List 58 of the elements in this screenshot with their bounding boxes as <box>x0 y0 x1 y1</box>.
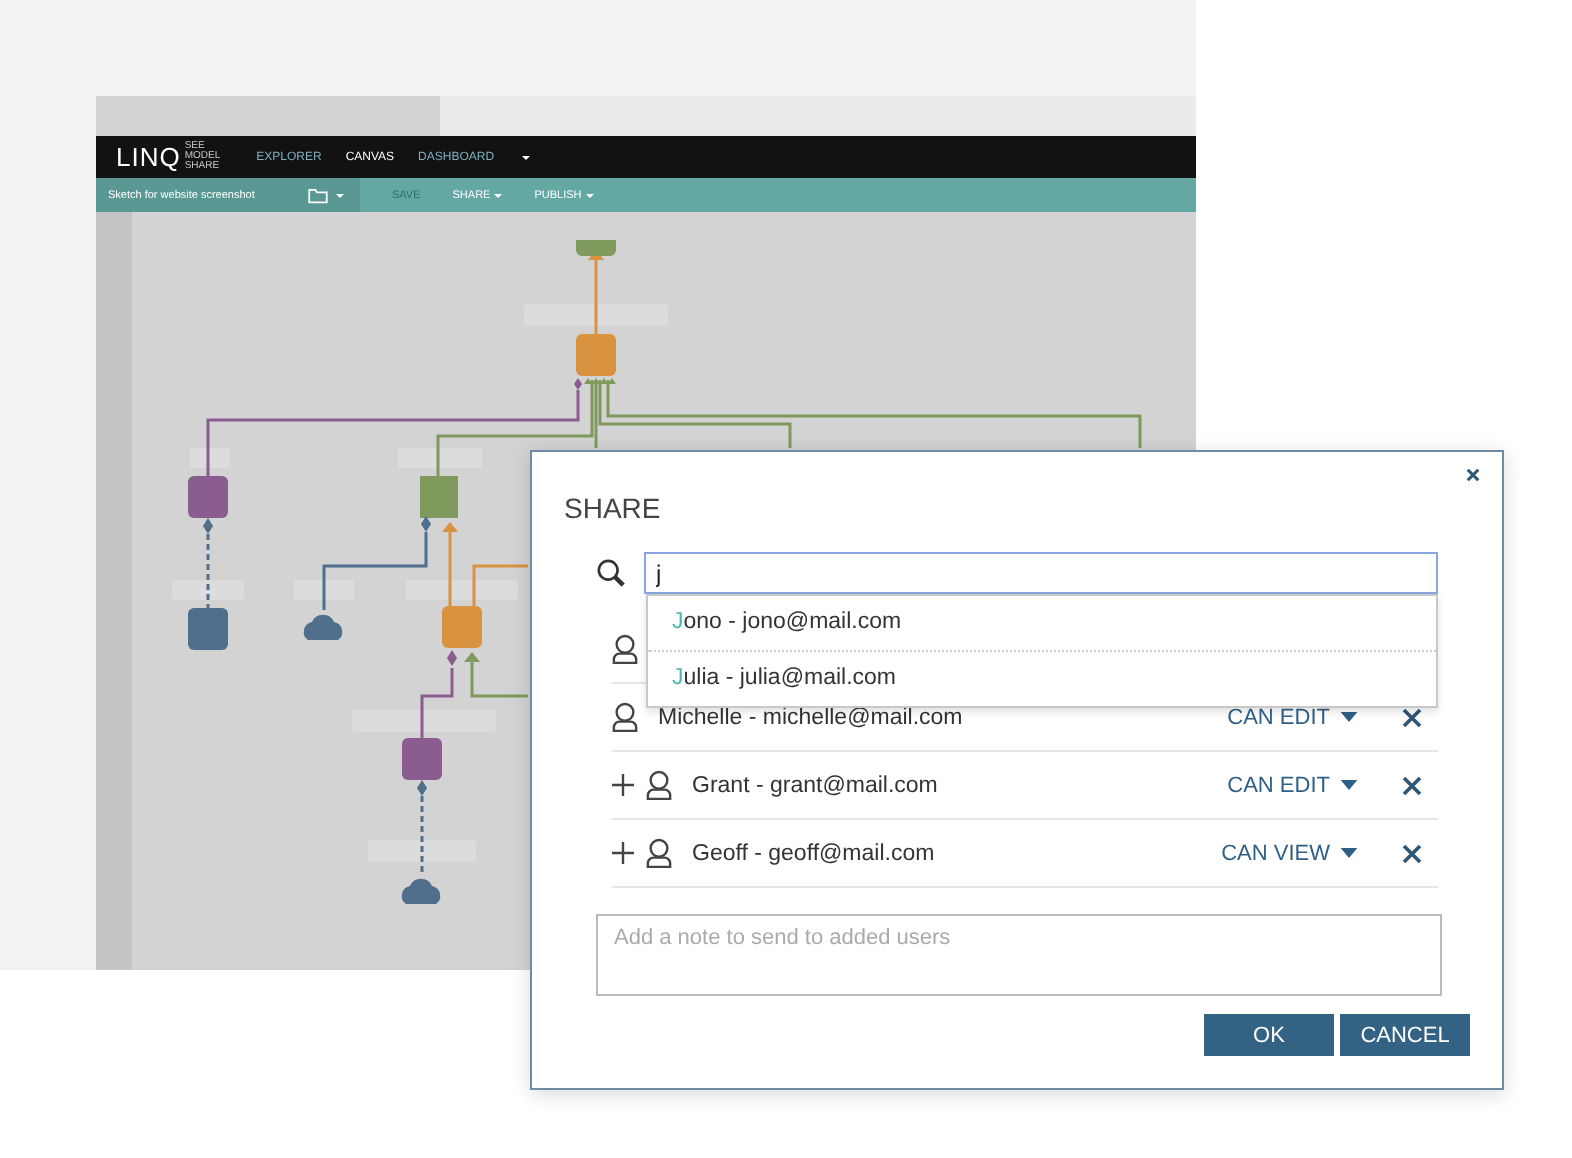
diagram-node <box>420 476 458 518</box>
remove-icon[interactable] <box>1402 707 1422 727</box>
folder-icon[interactable] <box>308 187 328 203</box>
user-name: Geoff - geoff@mail.com <box>692 841 937 865</box>
label-placeholder <box>190 448 230 468</box>
diamond-icon <box>574 378 582 390</box>
connector-line <box>420 668 454 738</box>
permission-dropdown[interactable]: CAN VIEW <box>1221 841 1358 865</box>
diamond-icon <box>421 516 431 532</box>
diamond-icon <box>447 650 457 666</box>
label-placeholder <box>294 580 354 600</box>
caret-icon <box>1340 848 1358 858</box>
user-name: Michelle - michelle@mail.com <box>658 705 965 729</box>
label-placeholder <box>368 840 476 862</box>
cloud-icon <box>401 878 441 904</box>
caret-icon[interactable] <box>522 155 531 159</box>
note-field[interactable]: Add a note to send to added users <box>596 914 1442 996</box>
connector-arrow <box>464 652 528 698</box>
search-icon <box>596 558 626 588</box>
dialog-title: SHARE <box>564 492 663 524</box>
label-placeholder <box>406 580 518 600</box>
cloud-icon <box>303 614 343 640</box>
connector-arrow <box>588 250 604 334</box>
diagram-node <box>188 608 228 650</box>
diagram-node <box>576 240 616 256</box>
close-icon[interactable] <box>1466 468 1480 482</box>
plus-icon[interactable] <box>612 842 634 864</box>
permission-dropdown[interactable]: CAN EDIT <box>1227 773 1358 797</box>
diamond-icon <box>417 780 427 796</box>
diagram-node <box>442 606 482 648</box>
label-placeholder <box>172 580 244 600</box>
diamond-icon <box>203 518 213 534</box>
label-placeholder <box>352 710 496 732</box>
user-icon <box>646 770 672 800</box>
plus-icon[interactable] <box>612 774 634 796</box>
arrowheads-icon <box>584 378 616 384</box>
user-icon <box>646 838 672 868</box>
search-field[interactable]: j <box>644 552 1438 594</box>
permission-dropdown[interactable]: CAN EDIT <box>1227 705 1358 729</box>
dialog-button[interactable]: CANCEL <box>1340 1014 1470 1056</box>
diagram-node <box>188 476 228 518</box>
label-placeholder <box>524 304 668 326</box>
connector-line <box>420 796 424 876</box>
caret-icon <box>1340 780 1358 790</box>
caret-icon <box>1340 712 1358 722</box>
dialog-button[interactable]: OK <box>1204 1014 1334 1056</box>
connector-arrow <box>442 522 458 606</box>
suggestion-item[interactable]: Jono - jono@mail.com <box>648 596 1436 650</box>
remove-icon[interactable] <box>1402 843 1422 863</box>
connector-line <box>322 532 428 610</box>
diagram-node <box>576 334 616 376</box>
user-name: Grant - grant@mail.com <box>692 773 940 797</box>
label-placeholder <box>398 448 482 468</box>
diagram-node <box>402 738 442 780</box>
connector-line <box>206 534 210 608</box>
connector-line <box>472 564 528 606</box>
suggestion-item[interactable]: Julia - julia@mail.com <box>648 650 1436 706</box>
remove-icon[interactable] <box>1402 775 1422 795</box>
